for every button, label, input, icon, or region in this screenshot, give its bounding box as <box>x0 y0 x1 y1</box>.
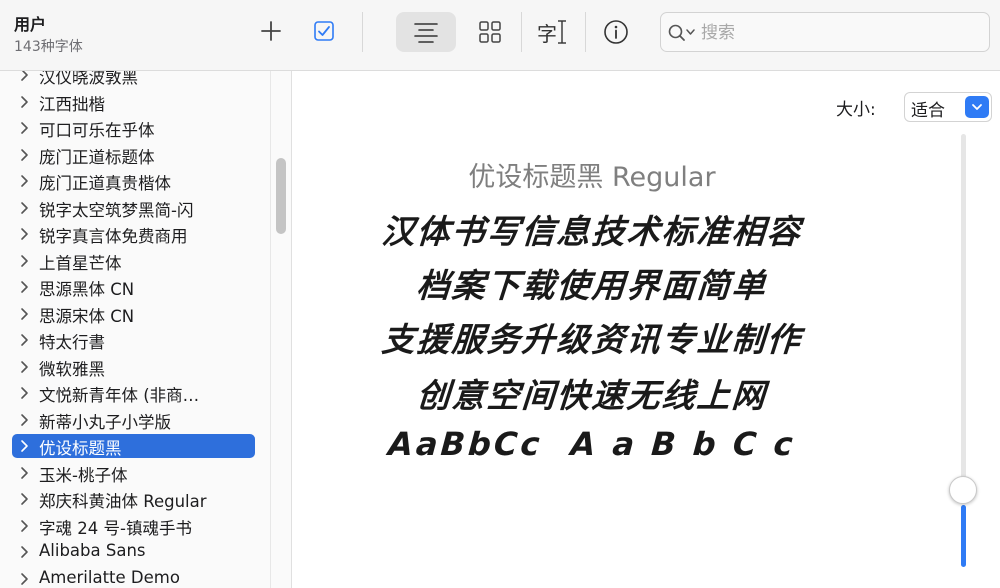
font-list-item[interactable]: 上首星芒体 <box>12 249 255 273</box>
add-font-button[interactable] <box>256 16 286 46</box>
collection-title: 用户 <box>14 15 47 34</box>
chevron-right-icon[interactable] <box>19 386 29 400</box>
font-list-item[interactable]: 优设标题黑 <box>12 434 255 458</box>
font-list-item[interactable]: 锐字真言体免费商用 <box>12 222 255 246</box>
font-list-item[interactable]: 微软雅黑 <box>12 355 255 379</box>
sample-view-button[interactable] <box>396 12 456 52</box>
font-list-item[interactable]: Alibaba Sans <box>12 540 255 564</box>
chevron-right-icon[interactable] <box>19 95 29 109</box>
font-list-item[interactable]: 特太行書 <box>12 328 255 352</box>
toolbar-divider <box>362 12 363 52</box>
chevron-right-icon[interactable] <box>19 439 29 453</box>
font-list-item[interactable]: 文悦新青年体 (非商… <box>12 381 255 405</box>
font-list-item-label: 字魂 24 号-镇魂手书 <box>39 518 192 538</box>
font-sidebar: 汉仪晓波敦黑江西拙楷可口可乐在乎体 庞门正道标题体 庞门正道真贵楷体锐字太空筑梦黑简… <box>0 71 292 588</box>
sidebar-scrollbar[interactable] <box>270 71 291 588</box>
font-list-item-label: 上首星芒体 <box>39 253 122 273</box>
chevron-right-icon[interactable] <box>19 519 29 533</box>
search-icon[interactable] <box>667 23 697 43</box>
sample-line: 汉体书写信息技术标准相容 <box>380 212 804 251</box>
sample-line: AaBbCc A a B b C c <box>387 425 797 463</box>
chevron-right-icon[interactable] <box>19 545 29 559</box>
font-list-item[interactable]: 庞门正道真贵楷体 <box>12 169 255 193</box>
sample-line: 支援服务升级资讯专业制作 <box>380 320 804 359</box>
toolbar: 用户 143种字体 字 <box>0 0 1000 71</box>
font-list-item-label: Amerilatte Demo <box>39 567 180 587</box>
font-list-item[interactable]: 思源黑体 CN <box>12 275 255 299</box>
preview-font-name: 优设标题黑 Regular <box>468 162 716 193</box>
font-list-item-label: Alibaba Sans <box>39 541 146 560</box>
search-input[interactable] <box>699 21 983 45</box>
chevron-right-icon[interactable] <box>19 307 29 321</box>
size-label: 大小: <box>836 100 876 120</box>
font-list-item-label: 庞门正道标题体 <box>39 147 155 167</box>
font-list-item-label: 思源黑体 CN <box>39 280 135 299</box>
align-center-icon <box>414 23 438 43</box>
chevron-right-icon[interactable] <box>19 360 29 374</box>
size-select[interactable]: 适合 <box>904 92 992 122</box>
font-list-item[interactable]: Amerilatte Demo <box>12 567 255 588</box>
chevron-right-icon[interactable] <box>19 492 29 506</box>
font-list-item-label: 特太行書 <box>39 333 105 352</box>
font-list-item[interactable]: 新蒂小丸子小学版 <box>12 408 255 432</box>
repertoire-view-button[interactable]: 字 <box>532 14 572 50</box>
font-list-item-label: 微软雅黑 <box>39 359 105 379</box>
size-slider-track[interactable] <box>961 134 966 504</box>
font-list-item[interactable]: 可口可乐在乎体 <box>12 116 255 140</box>
font-list-item-label: 郑庆科黄油体 Regular <box>39 492 207 511</box>
font-preview: 大小: 适合 优设标题黑 Regular 汉体书写信息技术标准相容 档案下载使用… <box>292 71 1000 588</box>
font-list-item-label: 文悦新青年体 (非商… <box>39 386 200 405</box>
font-list-item-label: 锐字太空筑梦黑简-闪 <box>39 200 194 220</box>
chevron-right-icon[interactable] <box>19 121 29 135</box>
checkbox-icon <box>314 21 334 41</box>
font-list-item[interactable]: 字魂 24 号-镇魂手书 <box>12 514 255 538</box>
search-field[interactable] <box>660 12 990 52</box>
enable-font-button[interactable] <box>309 16 339 46</box>
grid-icon <box>479 21 501 43</box>
plus-icon <box>261 21 281 41</box>
font-list-item[interactable]: 锐字太空筑梦黑简-闪 <box>12 196 255 220</box>
chevron-right-icon[interactable] <box>19 280 29 294</box>
sidebar-scroll-thumb[interactable] <box>276 158 286 234</box>
chevron-right-icon[interactable] <box>19 201 29 215</box>
chevron-right-icon[interactable] <box>19 413 29 427</box>
font-list-item-label: 江西拙楷 <box>39 94 105 114</box>
font-list-item[interactable]: 汉仪晓波敦黑 <box>12 71 255 87</box>
chevron-right-icon[interactable] <box>19 227 29 241</box>
chevron-right-icon[interactable] <box>19 333 29 347</box>
size-select-value: 适合 <box>911 101 945 121</box>
font-list-item[interactable]: 玉米-桃子体 <box>12 461 255 485</box>
font-list-item-label: 优设标题黑 <box>39 439 122 458</box>
sample-line: 创意空间快速无线上网 <box>415 376 769 415</box>
font-list-item-label: 庞门正道真贵楷体 <box>39 174 171 193</box>
font-list-item-label: 思源宋体 CN <box>39 306 135 326</box>
chevron-right-icon[interactable] <box>19 71 29 82</box>
font-list-item-label: 可口可乐在乎体 <box>39 121 155 140</box>
info-button[interactable] <box>598 14 634 50</box>
font-list-item[interactable]: 郑庆科黄油体 Regular <box>12 487 255 511</box>
font-list-item[interactable]: 思源宋体 CN <box>12 302 255 326</box>
font-count: 143种字体 <box>14 39 83 55</box>
chevron-down-icon <box>965 96 989 118</box>
font-list-item-label: 汉仪晓波敦黑 <box>39 71 138 87</box>
info-icon <box>604 20 628 44</box>
size-slider-thumb[interactable] <box>949 476 977 504</box>
size-slider-fill <box>961 505 966 567</box>
font-list-item-label: 玉米-桃子体 <box>39 465 128 485</box>
chevron-right-icon[interactable] <box>19 174 29 188</box>
toolbar-divider <box>585 12 586 52</box>
grid-view-button[interactable] <box>472 16 508 48</box>
sample-line: 档案下载使用界面简单 <box>415 266 769 305</box>
chevron-right-icon[interactable] <box>19 148 29 162</box>
chevron-right-icon[interactable] <box>19 254 29 268</box>
chevron-right-icon[interactable] <box>19 466 29 480</box>
chevron-right-icon[interactable] <box>19 572 29 586</box>
font-list-item-label: 锐字真言体免费商用 <box>39 227 188 246</box>
font-list-item-label: 新蒂小丸子小学版 <box>39 412 171 432</box>
font-list-item[interactable]: 江西拙楷 <box>12 90 255 114</box>
font-list-item[interactable]: 庞门正道标题体 <box>12 143 255 167</box>
toolbar-divider <box>521 12 522 52</box>
text-cursor-icon: 字 <box>537 20 566 46</box>
